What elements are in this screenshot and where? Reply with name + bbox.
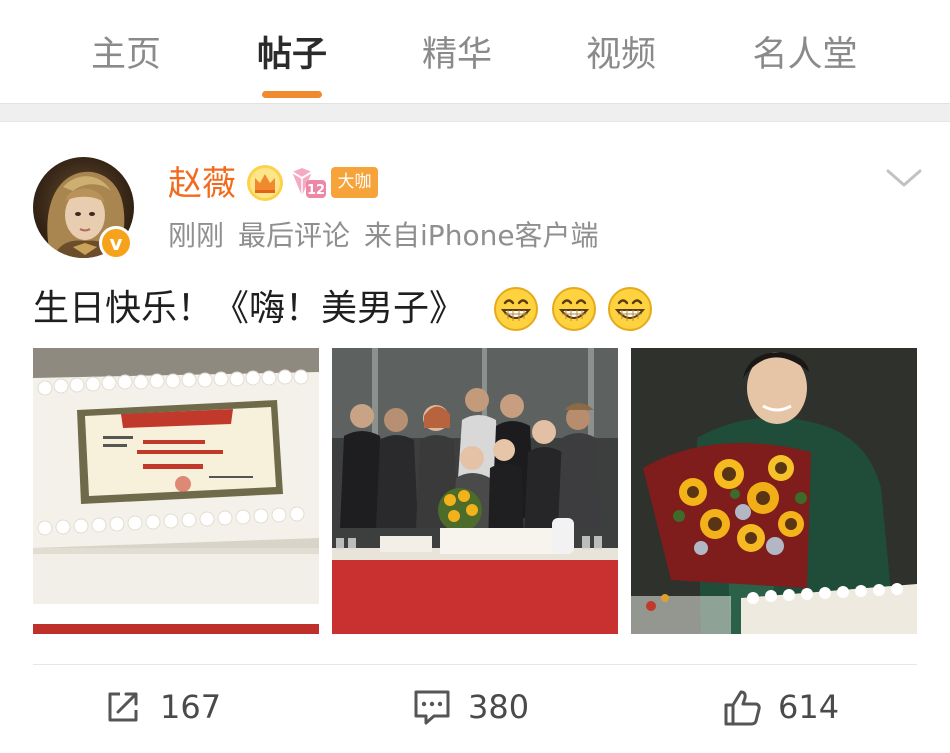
section-divider	[0, 103, 950, 122]
crown-icon	[247, 165, 283, 201]
active-tab-indicator	[262, 91, 322, 98]
verified-badge-icon: v	[99, 226, 133, 260]
post-time: 刚刚	[168, 219, 225, 252]
thumbs-up-icon	[724, 690, 761, 726]
tab-videos[interactable]: 视频	[573, 30, 669, 80]
post-source[interactable]: 来自iPhone客户端	[364, 219, 599, 252]
chevron-down-icon[interactable]	[884, 166, 924, 190]
tab-bar: 主页 帖子 精华 视频 名人堂	[0, 0, 950, 103]
post-text: 生日快乐！《嗨！美男子》	[33, 288, 466, 329]
celebrity-badge: 大咖	[331, 167, 378, 198]
share-button[interactable]: 167	[104, 682, 224, 732]
post-meta: 刚刚 最后评论 来自iPhone客户端	[168, 214, 613, 258]
share-icon	[108, 692, 138, 722]
sunflower-bouquet-photo[interactable]	[631, 348, 917, 634]
like-count: 614	[778, 688, 840, 726]
grinning-face-icon	[608, 287, 652, 331]
post-type: 最后评论	[238, 219, 351, 252]
cake-award-photo[interactable]	[33, 348, 319, 634]
tab-home[interactable]: 主页	[78, 30, 174, 80]
comment-count: 380	[468, 688, 530, 726]
tab-highlights[interactable]: 精华	[409, 30, 505, 80]
action-bar-divider	[33, 664, 917, 665]
comment-button[interactable]: 380	[412, 682, 542, 732]
group-party-photo[interactable]	[332, 348, 618, 634]
author-name[interactable]: 赵薇	[168, 160, 236, 208]
tab-hall-of-fame[interactable]: 名人堂	[740, 30, 870, 80]
share-count: 167	[160, 688, 222, 726]
diamond-level-icon: 12	[291, 168, 326, 198]
grinning-face-icon	[552, 287, 596, 331]
like-button[interactable]: 614	[722, 682, 852, 732]
comment-icon	[414, 690, 450, 725]
level-number: 12	[307, 183, 325, 198]
tab-posts[interactable]: 帖子	[244, 30, 340, 80]
grinning-face-icon	[494, 287, 538, 331]
